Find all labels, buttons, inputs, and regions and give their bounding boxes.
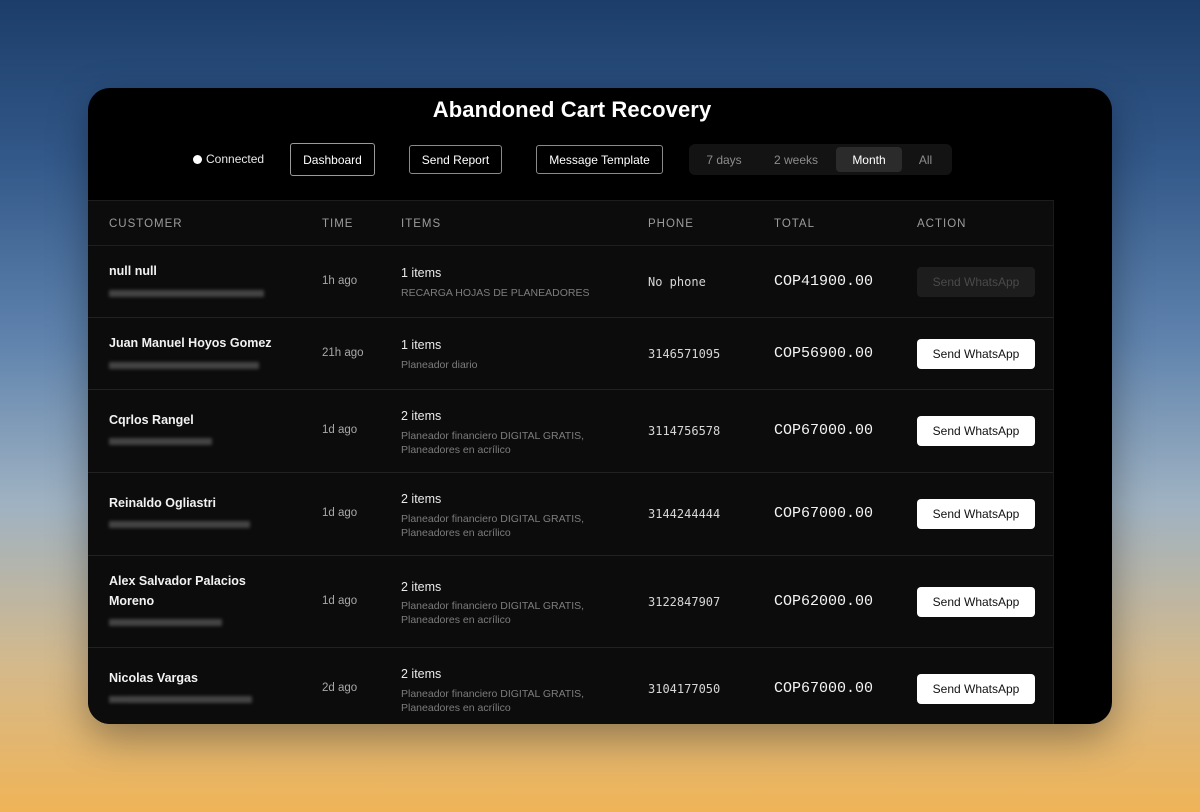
items-description: RECARGA HOJAS DE PLANEADORES <box>401 287 590 299</box>
customer-name: null null <box>109 264 157 278</box>
send-whatsapp-button[interactable]: Send WhatsApp <box>917 339 1035 369</box>
customer-email-redacted <box>109 290 264 297</box>
phone-number: 3114756578 <box>648 424 721 438</box>
cart-total: COP62000.00 <box>774 593 874 610</box>
items-description: Planeador financiero DIGITAL GRATIS, Pla… <box>401 513 585 539</box>
customer-name: Cqrlos Rangel <box>109 413 194 427</box>
table-row: Reinaldo Ogliastri 1d ago 2 items Planea… <box>88 473 1053 556</box>
range-option-7-days[interactable]: 7 days <box>692 147 756 172</box>
send-whatsapp-button[interactable]: Send WhatsApp <box>917 416 1035 446</box>
message-template-button[interactable]: Message Template <box>536 145 663 174</box>
items-count: 1 items <box>401 266 442 280</box>
phone-number: 3122847907 <box>648 595 721 609</box>
table-row: Alex Salvador Palacios Moreno 1d ago 2 i… <box>88 556 1053 648</box>
phone-number: No phone <box>648 275 706 289</box>
cart-time: 1d ago <box>322 424 358 436</box>
items-count: 2 items <box>401 580 442 594</box>
cart-total: COP67000.00 <box>774 505 874 522</box>
table-row: Juan Manuel Hoyos Gomez 21h ago 1 items … <box>88 318 1053 390</box>
column-header-action: ACTION <box>917 218 967 230</box>
app-window: Abandoned Cart Recovery Connected Dashbo… <box>88 88 1112 724</box>
customer-email-redacted <box>109 619 222 626</box>
column-header-items: ITEMS <box>401 218 442 230</box>
send-whatsapp-button[interactable]: Send WhatsApp <box>917 674 1035 704</box>
items-count: 2 items <box>401 492 442 506</box>
send-whatsapp-button[interactable]: Send WhatsApp <box>917 267 1035 297</box>
dashboard-button[interactable]: Dashboard <box>290 143 375 176</box>
page-title: Abandoned Cart Recovery <box>432 97 712 122</box>
customer-email-redacted <box>109 438 212 445</box>
range-option-month[interactable]: Month <box>836 147 902 172</box>
cart-time: 1h ago <box>322 275 358 287</box>
items-count: 2 items <box>401 667 442 681</box>
cart-time: 21h ago <box>322 347 364 359</box>
table-row: Cqrlos Rangel 1d ago 2 items Planeador f… <box>88 390 1053 473</box>
customer-email-redacted <box>109 362 259 369</box>
phone-number: 3144244444 <box>648 507 721 521</box>
customer-email-redacted <box>109 521 250 528</box>
cart-total: COP67000.00 <box>774 680 874 697</box>
range-option-all[interactable]: All <box>902 147 949 172</box>
date-range-selector: 7 days 2 weeks Month All <box>689 144 952 175</box>
customer-name: Juan Manuel Hoyos Gomez <box>109 336 272 350</box>
column-header-phone: PHONE <box>648 218 694 230</box>
items-description: Planeador diario <box>401 359 478 371</box>
send-whatsapp-button[interactable]: Send WhatsApp <box>917 587 1035 617</box>
cart-time: 2d ago <box>322 682 358 694</box>
cart-time: 1d ago <box>322 595 358 607</box>
items-description: Planeador financiero DIGITAL GRATIS, Pla… <box>401 688 585 714</box>
range-option-2-weeks[interactable]: 2 weeks <box>756 147 836 172</box>
items-description: Planeador financiero DIGITAL GRATIS, Pla… <box>401 600 585 626</box>
customer-name: Alex Salvador Palacios Moreno <box>109 574 246 608</box>
connection-status: Connected <box>193 152 264 166</box>
abandoned-carts-table: CUSTOMER TIME ITEMS PHONE TOTAL ACTION n… <box>88 200 1054 724</box>
items-count: 1 items <box>401 338 442 352</box>
customer-name: Nicolas Vargas <box>109 671 198 685</box>
phone-number: 3104177050 <box>648 682 721 696</box>
send-whatsapp-button[interactable]: Send WhatsApp <box>917 499 1035 529</box>
table-row: Nicolas Vargas 2d ago 2 items Planeador … <box>88 648 1053 724</box>
table-row: null null 1h ago 1 items RECARGA HOJAS D… <box>88 246 1053 318</box>
status-dot-icon <box>193 154 202 164</box>
items-description: Planeador financiero DIGITAL GRATIS, Pla… <box>401 430 585 456</box>
column-header-time: TIME <box>322 218 354 230</box>
status-label: Connected <box>206 152 265 166</box>
cart-time: 1d ago <box>322 507 358 519</box>
column-header-customer: CUSTOMER <box>109 218 183 230</box>
customer-name: Reinaldo Ogliastri <box>109 496 216 510</box>
cart-total: COP56900.00 <box>774 345 874 362</box>
send-report-button[interactable]: Send Report <box>409 145 502 174</box>
column-header-total: TOTAL <box>774 218 815 230</box>
table-header: CUSTOMER TIME ITEMS PHONE TOTAL ACTION <box>88 200 1053 246</box>
cart-total: COP41900.00 <box>774 273 874 290</box>
cart-total: COP67000.00 <box>774 422 874 439</box>
items-count: 2 items <box>401 409 442 423</box>
customer-email-redacted <box>109 696 252 703</box>
phone-number: 3146571095 <box>648 347 721 361</box>
